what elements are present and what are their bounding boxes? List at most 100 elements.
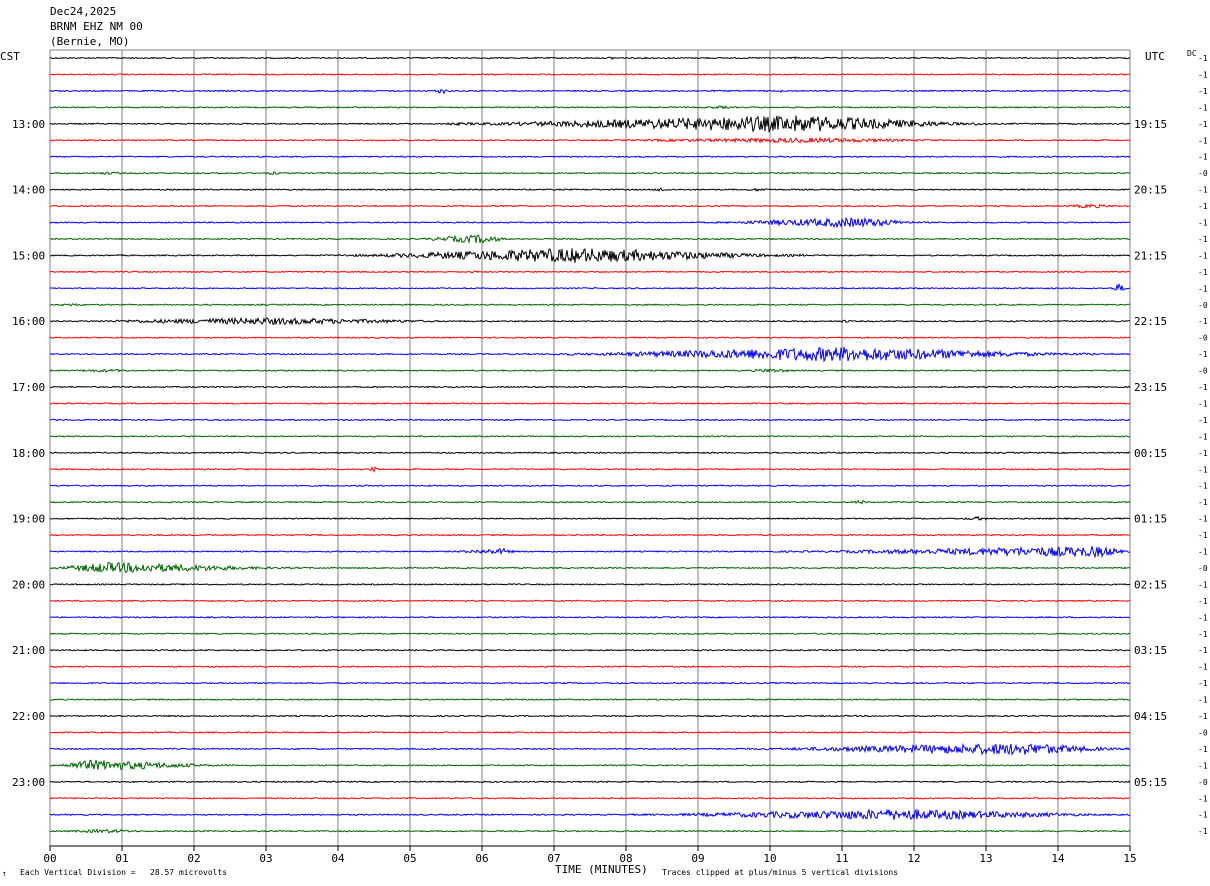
trace-row-9	[49, 203, 1131, 209]
x-tick-label: 01	[115, 852, 128, 865]
dc-offset-label: -1	[1198, 235, 1208, 244]
dc-offset-label: -1	[1198, 383, 1208, 392]
dc-offset-label: -0	[1198, 169, 1208, 178]
dc-offset-label: -1	[1198, 811, 1208, 820]
clip-note: Traces clipped at plus/minus 5 vertical …	[662, 868, 899, 877]
trace-row-30	[49, 545, 1130, 559]
corner-mark: ↑	[2, 869, 7, 878]
left-hour-label: 21:00	[12, 644, 45, 657]
left-hour-label: 20:00	[12, 578, 45, 591]
right-hour-label: 22:15	[1134, 315, 1167, 328]
right-hour-label: 04:15	[1134, 710, 1167, 723]
trace-row-15	[49, 302, 1131, 307]
left-hour-label: 16:00	[12, 315, 45, 328]
trace-row-22	[49, 418, 1131, 422]
trace-row-13	[49, 270, 1131, 274]
left-hour-label: 15:00	[12, 249, 45, 262]
dc-offset-label: -1	[1198, 399, 1208, 408]
dc-offset-label: -0	[1198, 367, 1208, 376]
trace-row-19	[49, 368, 1131, 373]
right-hour-label: 03:15	[1134, 644, 1167, 657]
x-tick-label: 14	[1051, 852, 1065, 865]
trace-row-3	[49, 105, 1131, 110]
trace-row-27	[49, 499, 1131, 505]
x-tick-label: 10	[763, 852, 776, 865]
trace-row-46	[49, 808, 1131, 821]
left-hour-label: 23:00	[12, 776, 45, 789]
trace-row-20	[49, 385, 1131, 389]
trace-row-33	[49, 599, 1131, 603]
left-hour-label: 14:00	[12, 184, 45, 197]
trace-row-21	[49, 402, 1131, 405]
right-hour-label: 21:15	[1134, 249, 1167, 262]
trace-row-6	[49, 155, 1131, 159]
dc-offset-label: -1	[1198, 465, 1208, 474]
dc-offset-label: -1	[1198, 120, 1208, 129]
time-gridlines	[49, 49, 1131, 847]
dc-offset-label: -1	[1198, 54, 1208, 63]
x-tick-label: 13	[979, 852, 992, 865]
trace-row-36	[49, 648, 1131, 652]
trace-row-24	[49, 451, 1131, 455]
trace-row-4	[49, 115, 1131, 133]
left-hour-label: 22:00	[12, 710, 45, 723]
trace-row-43	[49, 759, 1131, 771]
x-tick-label: 15	[1123, 852, 1136, 865]
dc-offset-label: -1	[1198, 679, 1208, 688]
trace-row-38	[49, 681, 1131, 685]
dc-offset-label: -1	[1198, 696, 1208, 705]
dc-offset-label: -0	[1198, 334, 1208, 343]
dc-offset-label: -1	[1198, 103, 1208, 112]
trace-row-25	[49, 465, 1131, 473]
trace-row-45	[49, 796, 1131, 800]
dc-offset-label: -1	[1198, 531, 1208, 540]
trace-row-12	[50, 248, 1131, 263]
trace-row-28	[50, 515, 1131, 521]
dc-offset-label: -1	[1198, 202, 1208, 211]
dc-offset-label: -1	[1198, 646, 1208, 655]
x-tick-label: 09	[691, 852, 704, 865]
left-hour-label: 19:00	[12, 513, 45, 526]
trace-row-42	[49, 742, 1130, 756]
dc-offset-label: -1	[1198, 70, 1208, 79]
trace-row-2	[49, 89, 1130, 95]
dc-offset-label: -1	[1198, 317, 1208, 326]
dc-offset-label: -1	[1198, 580, 1208, 589]
left-hour-label: 18:00	[12, 447, 45, 460]
dc-offset-label: -1	[1198, 712, 1208, 721]
dc-offset-label: -1	[1198, 268, 1208, 277]
dc-offset-label: -1	[1198, 284, 1208, 293]
x-tick-label: 04	[331, 852, 345, 865]
trace-row-11	[49, 234, 1131, 244]
dc-offset-label: -1	[1198, 827, 1208, 836]
dc-offset-label: -1	[1198, 251, 1208, 260]
right-hour-label: 19:15	[1134, 118, 1167, 131]
x-tick-label: 12	[907, 852, 920, 865]
trace-row-23	[49, 435, 1131, 438]
right-hour-label: 05:15	[1134, 776, 1167, 789]
x-tick-label: 05	[403, 852, 416, 865]
trace-row-39	[49, 698, 1131, 701]
trace-row-17	[49, 336, 1131, 339]
seismic-traces	[49, 56, 1131, 834]
trace-row-7	[49, 171, 1131, 176]
dc-offset-label: -1	[1198, 87, 1208, 96]
trace-row-18	[49, 346, 1131, 363]
trace-row-10	[49, 216, 1131, 229]
trace-row-0	[49, 56, 1131, 61]
dc-offset-label: -1	[1198, 219, 1208, 228]
dc-offset-label: -1	[1198, 432, 1208, 441]
trace-row-14	[49, 283, 1131, 291]
right-hour-label: 23:15	[1134, 381, 1167, 394]
trace-row-32	[49, 583, 1131, 586]
trace-row-26	[49, 484, 1131, 488]
dc-offset-label: -1	[1198, 136, 1208, 145]
dc-offset-label: -0	[1198, 301, 1208, 310]
left-hour-label: 17:00	[12, 381, 45, 394]
dc-offset-label: -0	[1198, 564, 1208, 573]
dc-offset-label: -1	[1198, 630, 1208, 639]
x-tick-label: 03	[259, 852, 272, 865]
trace-row-29	[49, 533, 1131, 537]
trace-row-40	[49, 714, 1131, 718]
helicorder-plot: -1 -1 -1 -1 -1 -1 -1 -0 -1 -1 -1 -1 -1 -1 -1 -0 -1 -0 -1 -0…	[12, 49, 1208, 865]
